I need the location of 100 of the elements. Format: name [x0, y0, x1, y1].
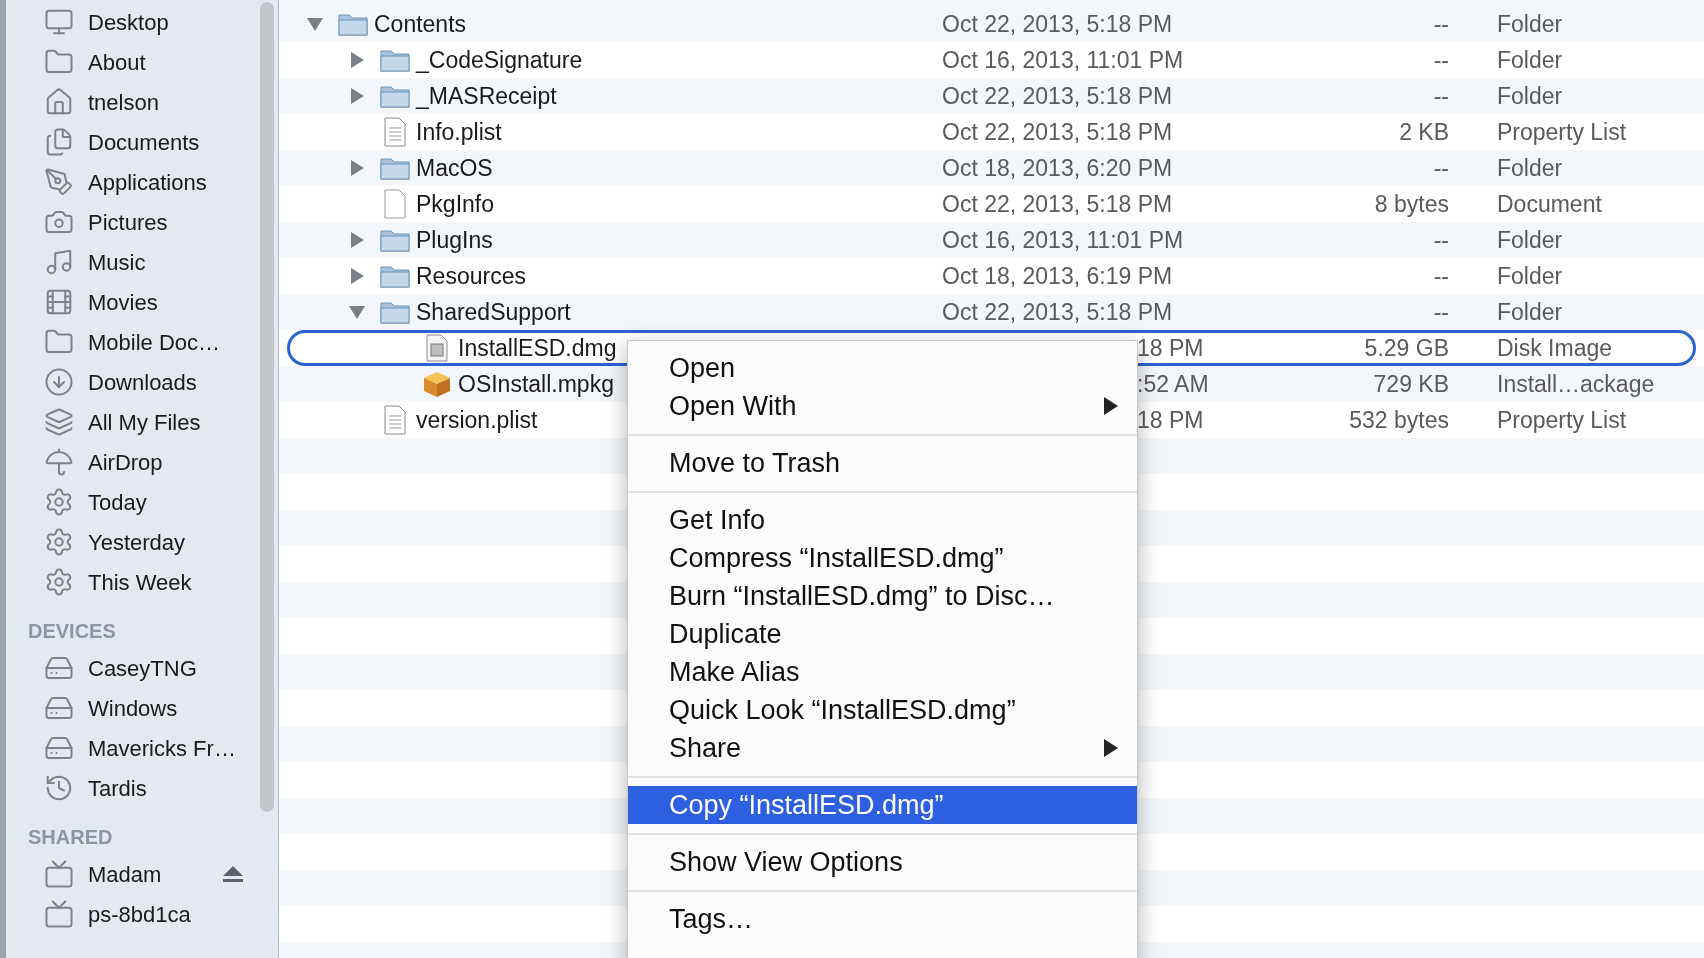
- menu-item[interactable]: Open: [628, 349, 1137, 387]
- music-note-icon: [44, 247, 74, 277]
- file-name: _CodeSignature: [416, 45, 583, 75]
- sidebar-item[interactable]: Mavericks Fr…: [88, 731, 244, 765]
- scrollbar-thumb[interactable]: [260, 2, 274, 812]
- disclosure-triangle-icon[interactable]: [348, 51, 366, 69]
- pen-icon: [44, 167, 74, 197]
- date-modified: Oct 16, 2013, 11:01 PM: [942, 46, 1184, 73]
- file-name: SharedSupport: [416, 297, 571, 327]
- date-modified: 18 PM: [1137, 406, 1204, 433]
- sidebar-item[interactable]: All My Files: [88, 405, 201, 439]
- sidebar-item[interactable]: Madam: [88, 857, 208, 891]
- monitor-icon: [44, 7, 74, 37]
- disclosure-triangle-icon[interactable]: [348, 303, 366, 321]
- file-name: version.plist: [416, 405, 538, 435]
- eject-icon[interactable]: [222, 865, 244, 883]
- menu-item[interactable]: Open With: [628, 387, 1137, 425]
- file-kind: Folder: [1497, 82, 1563, 109]
- sidebar-item[interactable]: Yesterday: [88, 525, 186, 559]
- disclosure-triangle-icon[interactable]: [306, 15, 324, 33]
- date-modified: Oct 22, 2013, 5:18 PM: [942, 118, 1173, 145]
- sidebar-item[interactable]: Mobile Doc…: [88, 325, 221, 359]
- file-kind: Install…ackage: [1497, 370, 1655, 397]
- sidebar-section-header: SHARED: [27, 825, 114, 850]
- menu-item[interactable]: Burn “InstallESD.dmg” to Disc…: [628, 577, 1137, 615]
- menu-item[interactable]: Quick Look “InstallESD.dmg”: [628, 691, 1137, 729]
- sidebar-item[interactable]: Applications: [88, 165, 207, 199]
- file-size: 532 bytes: [1349, 405, 1449, 435]
- folder-icon: [380, 264, 410, 288]
- menu-item[interactable]: Move to Trash: [628, 444, 1137, 482]
- menu-item[interactable]: Duplicate: [628, 615, 1137, 653]
- documents-icon: [44, 127, 74, 157]
- file-kind: Property List: [1497, 118, 1627, 145]
- gear-icon: [44, 527, 74, 557]
- package-icon: [422, 370, 452, 398]
- file-name: Info.plist: [416, 117, 502, 147]
- menu-item[interactable]: Compress “InstallESD.dmg”: [628, 539, 1137, 577]
- file-name: OSInstall.mpkg: [458, 369, 614, 399]
- disk-image-icon: [425, 334, 449, 362]
- sidebar-item[interactable]: tnelson: [88, 85, 159, 119]
- file-kind: Folder: [1497, 298, 1563, 325]
- sidebar-item[interactable]: Today: [88, 485, 147, 519]
- menu-item[interactable]: Show View Options: [628, 843, 1137, 881]
- file-size: --: [1433, 297, 1449, 327]
- file-kind: Folder: [1497, 154, 1563, 181]
- file-name: Resources: [416, 261, 526, 291]
- menu-item[interactable]: Get Info: [628, 501, 1137, 539]
- menu-item[interactable]: Copy “InstallESD.dmg”: [628, 786, 1137, 824]
- file-size: --: [1433, 45, 1449, 75]
- sidebar-item[interactable]: Tardis: [88, 771, 244, 805]
- date-modified: :52 AM: [1137, 370, 1209, 397]
- date-modified: Oct 22, 2013, 5:18 PM: [942, 298, 1173, 325]
- file-size: --: [1433, 153, 1449, 183]
- file-name: PlugIns: [416, 225, 493, 255]
- menu-item[interactable]: Tags…: [628, 900, 1137, 938]
- folder-icon: [380, 228, 410, 252]
- file-size: 2 KB: [1399, 117, 1449, 147]
- file-name: PkgInfo: [416, 189, 494, 219]
- menu-item[interactable]: Make Alias: [628, 653, 1137, 691]
- sidebar-item[interactable]: ps-8bd1ca: [88, 897, 244, 931]
- file-name: InstallESD.dmg: [458, 333, 617, 363]
- disclosure-triangle-icon[interactable]: [348, 159, 366, 177]
- sidebar-item[interactable]: Pictures: [88, 205, 168, 239]
- sidebar-item[interactable]: Documents: [88, 125, 200, 159]
- film-icon: [44, 287, 74, 317]
- disclosure-triangle-icon[interactable]: [348, 231, 366, 249]
- monitor-icon: [44, 859, 74, 889]
- sidebar-item[interactable]: About: [88, 45, 146, 79]
- sidebar-item[interactable]: AirDrop: [88, 445, 163, 479]
- gear-icon: [44, 487, 74, 517]
- folder-icon: [380, 84, 410, 108]
- date-modified: Oct 22, 2013, 5:18 PM: [942, 82, 1173, 109]
- disclosure-triangle-icon[interactable]: [348, 87, 366, 105]
- menu-item[interactable]: Share: [628, 729, 1137, 767]
- sidebar-item[interactable]: This Week: [88, 565, 192, 599]
- sidebar-item[interactable]: Windows: [88, 691, 244, 725]
- sidebar-item[interactable]: Movies: [88, 285, 158, 319]
- disclosure-triangle-icon[interactable]: [348, 267, 366, 285]
- file-size: --: [1433, 81, 1449, 111]
- monitor-icon: [44, 899, 74, 929]
- gear-icon: [44, 567, 74, 597]
- date-modified: Oct 18, 2013, 6:19 PM: [942, 262, 1173, 289]
- sidebar-item[interactable]: CaseyTNG: [88, 651, 244, 685]
- file-size: --: [1433, 225, 1449, 255]
- stack-icon: [44, 407, 74, 437]
- file-size: --: [1433, 261, 1449, 291]
- sidebar-item[interactable]: Music: [88, 245, 146, 279]
- sidebar-item[interactable]: Desktop: [88, 5, 169, 39]
- download-icon: [44, 367, 74, 397]
- file-kind: Folder: [1497, 262, 1563, 289]
- sidebar-item[interactable]: Downloads: [88, 365, 197, 399]
- file-kind: Folder: [1497, 226, 1563, 253]
- sidebar-section-header: DEVICES: [27, 619, 117, 644]
- file-kind: Document: [1497, 190, 1602, 217]
- date-modified: Oct 18, 2013, 6:20 PM: [942, 154, 1173, 181]
- folder-icon: [380, 300, 410, 324]
- blank-document-icon: [383, 189, 407, 219]
- document-icon: [383, 117, 407, 147]
- file-size: 729 KB: [1373, 369, 1449, 399]
- date-modified: Oct 22, 2013, 5:18 PM: [942, 190, 1173, 217]
